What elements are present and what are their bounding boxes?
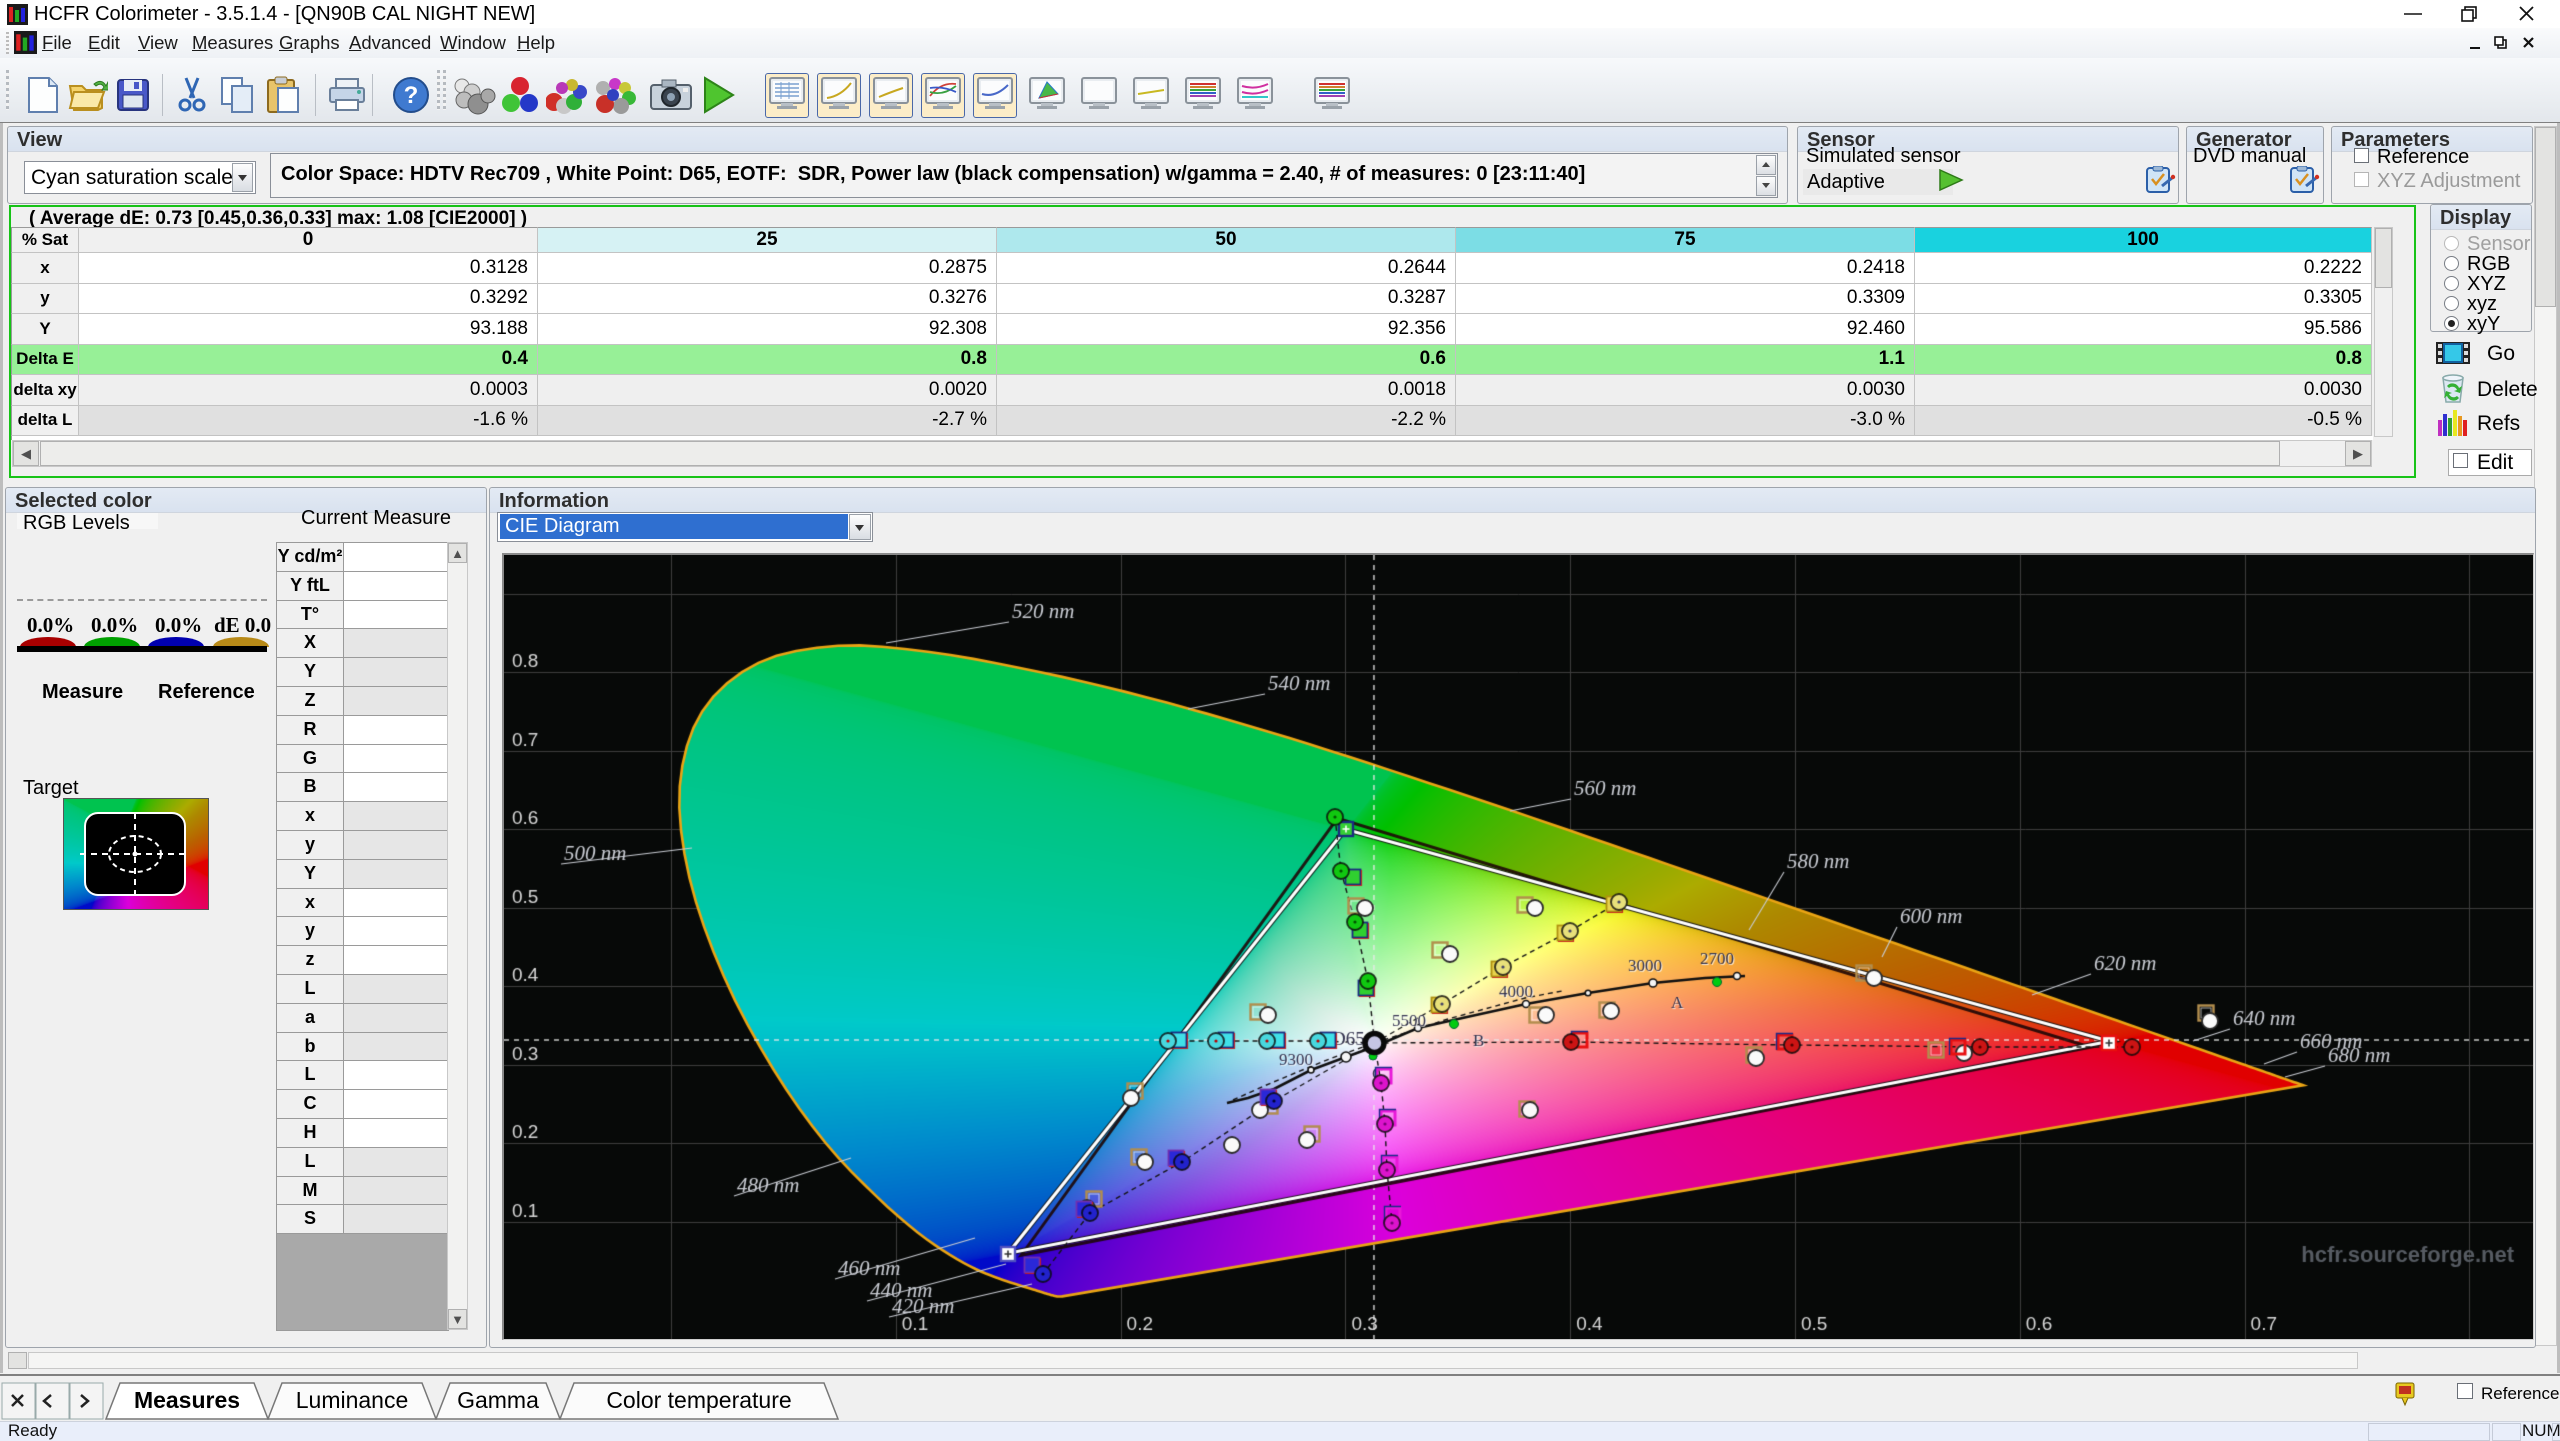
svg-text:Color temperature: Color temperature (606, 1387, 791, 1413)
svg-text:Luminance: Luminance (296, 1387, 409, 1413)
svg-text:Measures: Measures (134, 1387, 240, 1413)
svg-text:Gamma: Gamma (457, 1387, 539, 1413)
svg-text:?: ? (404, 82, 419, 109)
